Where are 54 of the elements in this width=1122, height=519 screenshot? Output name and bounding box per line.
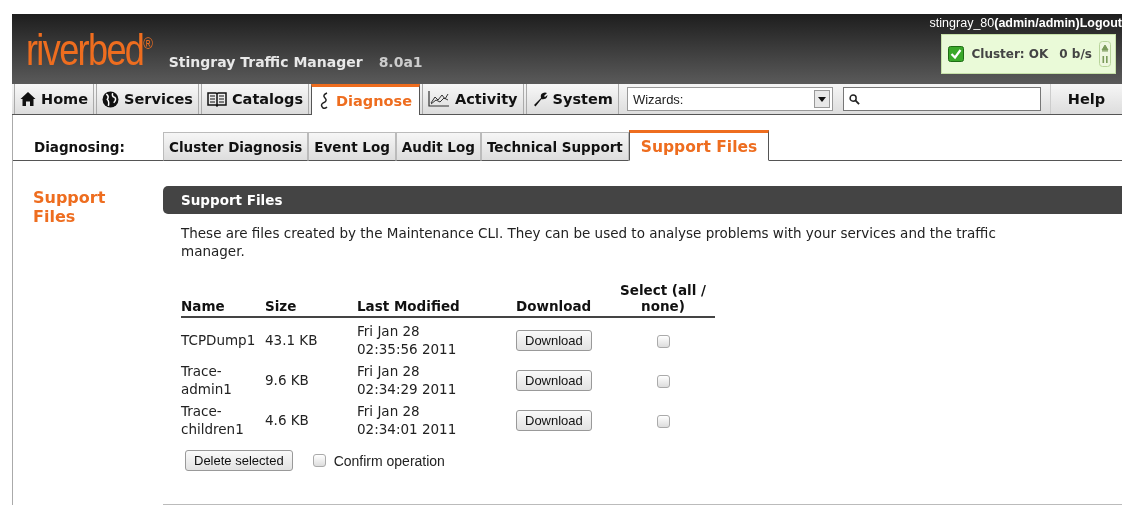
sub-tab[interactable]: Cluster Diagnosis	[163, 132, 309, 161]
check-icon	[948, 46, 965, 62]
file-size: 9.6 KB	[265, 372, 309, 388]
sub-tab[interactable]: Technical Support	[480, 132, 629, 161]
book-icon	[206, 91, 227, 107]
product-name: Stingray Traffic Manager	[168, 54, 363, 70]
nav-tab[interactable]: Services	[96, 84, 199, 114]
description: These are files created by the Maintenance CLI. They can be used to analyse problems with your services and the traffic manager.	[181, 224, 997, 260]
file-name: TCPDump1	[181, 331, 257, 349]
download-button[interactable]: Download	[516, 329, 592, 351]
select-checkbox[interactable]	[656, 374, 670, 388]
confirm-checkbox[interactable]	[312, 454, 326, 467]
cluster-status: Cluster: OK	[971, 47, 1049, 61]
column-header: Select (all / none)	[615, 282, 715, 317]
select-checkbox[interactable]	[656, 334, 670, 348]
version: 8.0a1	[378, 54, 423, 70]
sidebar-title: Support Files	[33, 188, 107, 226]
file-name: Trace-admin1	[181, 362, 233, 398]
column-header: Last Modified	[357, 282, 516, 317]
nav-tab[interactable]: System	[525, 84, 619, 114]
home-icon	[20, 91, 36, 107]
help-button[interactable]: Help	[1050, 84, 1122, 114]
search-field[interactable]	[842, 87, 1041, 111]
modified-date: Fri Jan 28 02:35:56 2011	[357, 322, 458, 358]
traffic-rate: 0 b/s	[1059, 47, 1092, 61]
nav-tab[interactable]: Activity	[422, 84, 524, 114]
column-header: Download	[516, 282, 615, 317]
login-info: (admin/admin)	[994, 16, 1080, 30]
chart-icon	[428, 91, 450, 107]
column-header: Name	[181, 282, 265, 317]
search-icon	[848, 93, 860, 105]
sub-tab[interactable]: Audit Log	[395, 132, 481, 161]
select-checkbox[interactable]	[656, 414, 670, 428]
section-header: Support Files	[163, 186, 1122, 214]
user-name: stingray_80	[929, 16, 995, 30]
globe-icon	[102, 90, 120, 108]
modified-date: Fri Jan 28 02:34:01 2011	[357, 402, 458, 438]
pause-icon[interactable]	[1099, 41, 1111, 67]
logout-link[interactable]: Logout	[1079, 16, 1122, 30]
file-size: 4.6 KB	[265, 412, 309, 428]
column-header: Size	[265, 282, 357, 317]
nav-tab[interactable]: Home	[14, 84, 95, 114]
file-name: Trace-children1	[181, 402, 245, 438]
delete-selected-button[interactable]: Delete selected	[185, 450, 293, 471]
download-button[interactable]: Download	[516, 409, 592, 431]
file-size: 43.1 KB	[265, 332, 318, 348]
modified-date: Fri Jan 28 02:34:29 2011	[357, 362, 458, 398]
wizards-dropdown[interactable]: Wizards:	[626, 87, 833, 111]
sub-tab[interactable]: Event Log	[308, 132, 396, 161]
confirm-label: Confirm operation	[333, 452, 445, 469]
nav-tab[interactable]: Catalogs	[200, 84, 310, 114]
download-button[interactable]: Download	[516, 369, 592, 391]
caret-icon	[813, 90, 830, 108]
logo: riverbed$^{®}$	[26, 24, 152, 70]
